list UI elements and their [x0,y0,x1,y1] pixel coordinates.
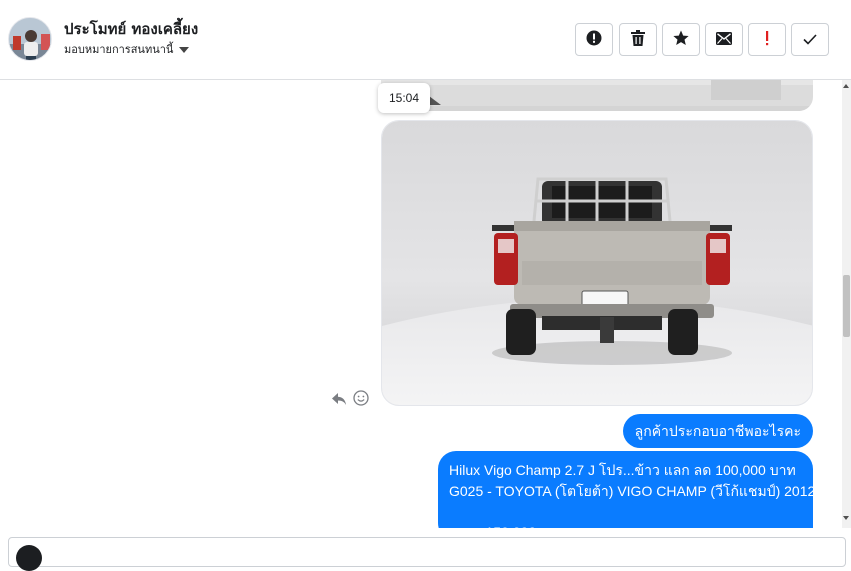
contact-name[interactable]: ประโมทย์ ทองเคลี้ยง [64,17,198,41]
follow-up-button[interactable] [748,23,786,56]
previous-photo-attachment[interactable] [381,80,813,111]
timestamp-tooltip: 15:04 [378,83,431,113]
reply-icon[interactable] [331,391,347,410]
spam-button[interactable] [575,23,613,56]
scrollbar-thumb[interactable] [843,275,850,337]
message-thread[interactable]: 15:04 ลูกค้าประกอบอาชีพอะไรคะ Hilux Vigo… [0,80,842,528]
outgoing-message-bubble[interactable]: Hilux Vigo Champ 2.7 J โปร...ข้าว แลก ลด… [438,451,813,528]
envelope-icon [716,30,732,49]
mark-done-button[interactable] [791,23,829,56]
avatar[interactable] [8,17,52,61]
vehicle-photo-attachment[interactable] [381,120,813,406]
delete-button[interactable] [619,23,657,56]
alert-circle-icon [586,30,602,50]
assign-conversation-dropdown[interactable]: มอบหมายการสนทนานี้ [64,40,190,58]
star-button[interactable] [662,23,700,56]
emoji-reaction-icon[interactable] [353,390,369,410]
scroll-up-arrow-icon[interactable] [843,84,849,88]
message-composer[interactable] [8,537,846,567]
conversation-header: ประโมทย์ ทองเคลี้ยง มอบหมายการสนทนานี้ [0,0,851,80]
star-icon [673,30,689,50]
assign-label: มอบหมายการสนทนานี้ [64,43,174,56]
chevron-down-icon [179,46,190,53]
trash-icon [631,29,645,50]
mark-unread-button[interactable] [705,23,743,56]
checkmark-icon [803,30,817,49]
scroll-down-arrow-icon[interactable] [843,516,849,520]
message-actions [331,390,369,410]
composer-avatar [16,545,42,571]
outgoing-message-bubble[interactable]: ลูกค้าประกอบอาชีพอะไรคะ [622,414,813,448]
exclamation-icon [764,30,770,50]
